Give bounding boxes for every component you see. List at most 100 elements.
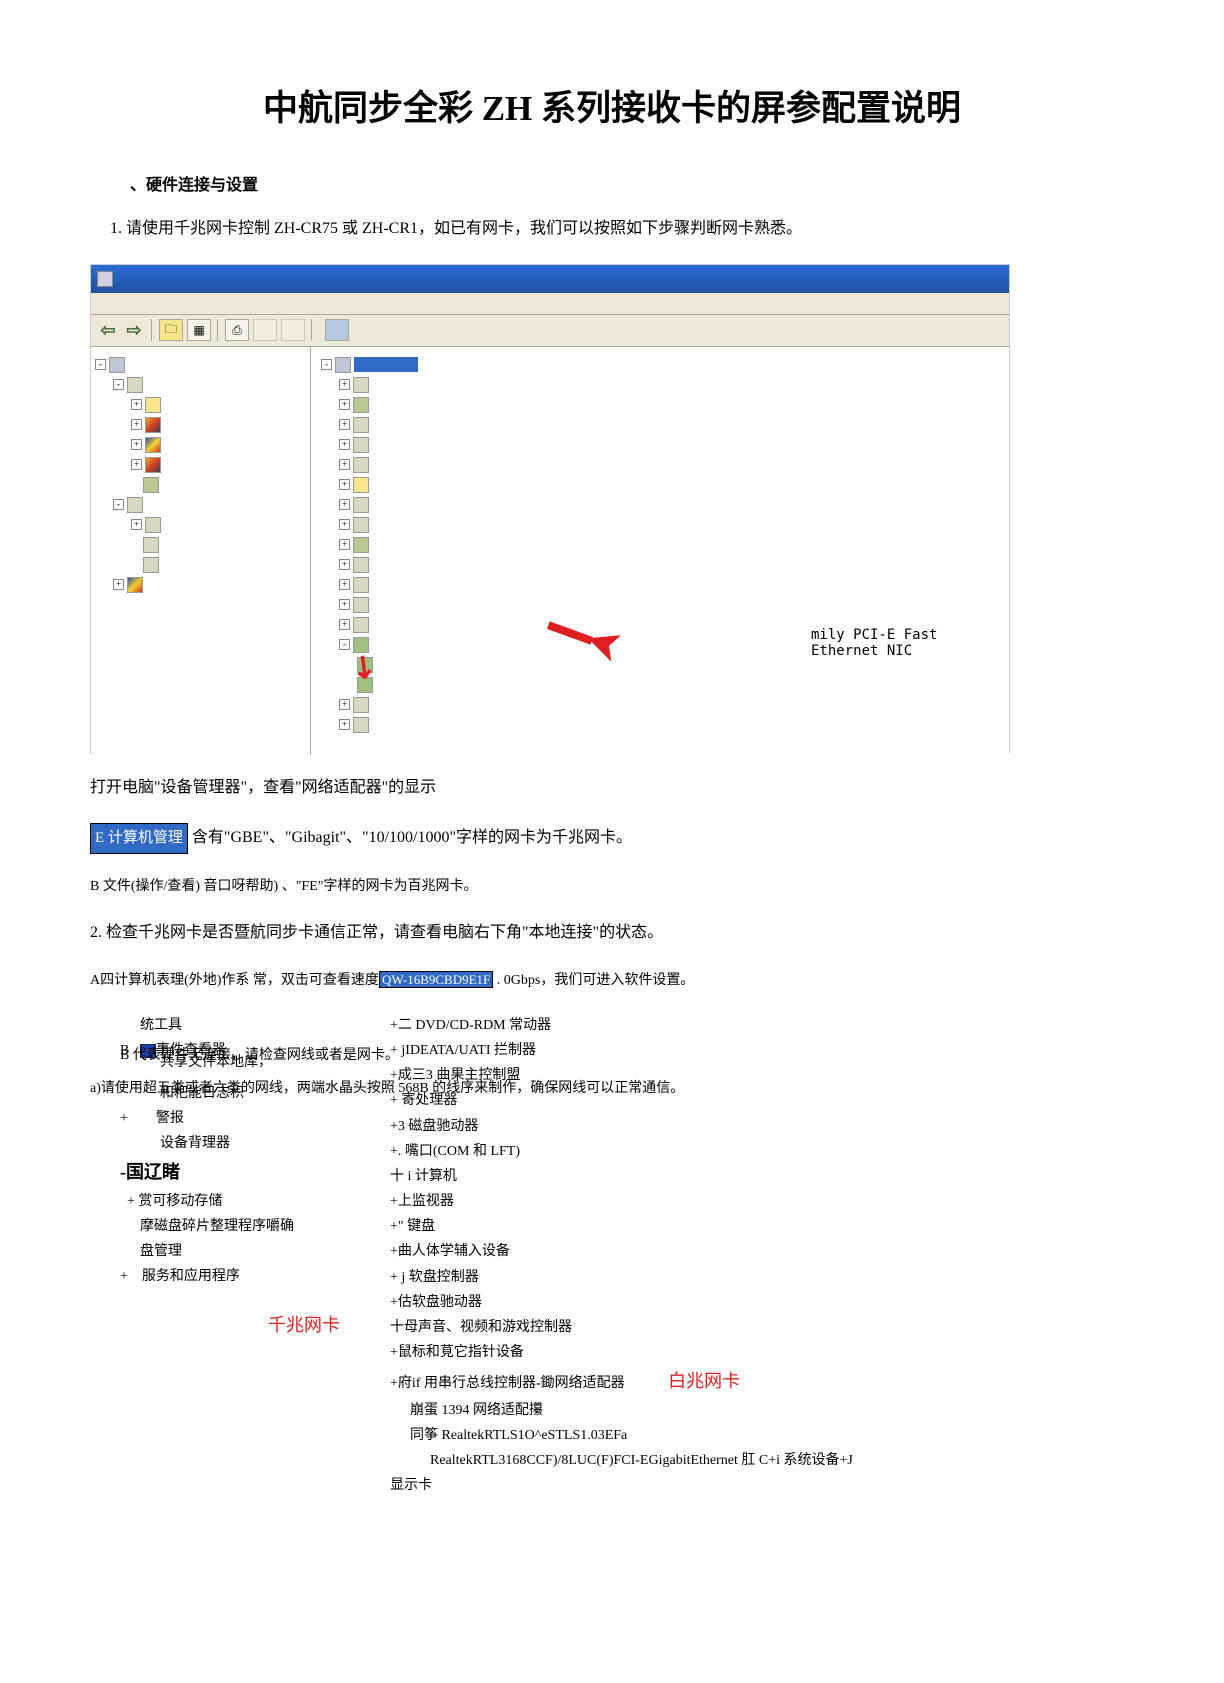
tree-item: +. 嘴口(COM 和 LFT) (390, 1139, 1134, 1164)
expander-icon[interactable]: + (339, 499, 350, 510)
expander-icon[interactable]: + (131, 439, 142, 450)
device-tree-overlay: 统工具 B 事件查看器 B 代表硬件无连接，请检查网线或者是网卡。 共享文件本地… (90, 1013, 1134, 1499)
expander-icon[interactable]: + (339, 539, 350, 550)
computer-management-label: E 计算机管理 (90, 823, 188, 854)
help-icon[interactable] (325, 319, 349, 341)
disabled-btn (281, 319, 305, 341)
device-icon (353, 517, 369, 533)
expander-icon[interactable]: + (339, 379, 350, 390)
right-tree-pane: - + + + + + + + + + + + + + - + + ↘ ➤━━ … (311, 347, 1009, 755)
tree-item: 统工具 (120, 1013, 350, 1038)
computer-icon (335, 357, 351, 373)
tree-item: + 服务和应用程序 (120, 1264, 350, 1289)
text: . 0Gbps，我们可进入软件设置。 (493, 973, 694, 988)
device-icon (353, 557, 369, 573)
tree-item: 显示卡 (390, 1473, 1134, 1498)
tree-item: + jIDEATA/UATI 拦制器 (390, 1038, 1134, 1063)
forward-icon[interactable]: ⇨ (123, 319, 145, 341)
app-icon (97, 271, 113, 287)
left-tree-pane: - - + + + + - + + (91, 347, 311, 755)
node-icon (143, 557, 159, 573)
services-icon (127, 577, 143, 593)
expander-icon[interactable]: + (131, 519, 142, 530)
device-icon (353, 537, 369, 553)
expander-icon[interactable]: + (339, 419, 350, 430)
device-icon (353, 697, 369, 713)
selected-node[interactable] (354, 357, 418, 372)
printer-icon[interactable] (225, 319, 249, 341)
annotation-gigabit: 千兆网卡 (120, 1309, 350, 1341)
tree-item: + j 软盘控制器 (390, 1265, 1134, 1290)
document-title: 中航同步全彩 ZH 系列接收卡的屏参配置说明 (90, 80, 1134, 131)
expander-icon[interactable]: + (131, 399, 142, 410)
expander-icon[interactable]: + (339, 459, 350, 470)
toolbar: ⇦ ⇨ 🗀 ▦ (91, 315, 1009, 347)
overlap-line-2: B 文件(操作/查看) 音口呀帮助) 、"FE"字样的网卡为百兆网卡。 (90, 874, 1134, 899)
expander-icon[interactable]: + (113, 579, 124, 590)
tree-item-network-adapter: +府if 用串行总线控制器-鋤网络适配器 白兆网卡 (390, 1365, 1134, 1397)
expander-icon[interactable]: + (131, 459, 142, 470)
device-icon (353, 597, 369, 613)
expander-icon[interactable]: + (339, 559, 350, 570)
expander-icon[interactable]: + (339, 699, 350, 710)
tree-item: 同筝 RealtekRTLS1O^eSTLS1.03EFa (390, 1423, 1134, 1448)
tree-item: +成三3 曲果主控制盟 (390, 1063, 1134, 1088)
tree-item: 崩蛋 1394 网络适配攥 (390, 1398, 1134, 1423)
separator (217, 319, 219, 341)
tree-item: +曲人体学辅入设备 (390, 1239, 1134, 1264)
item-1: 1. 请使用千兆网卡控制 ZH-CR75 或 ZH-CR1，如已有网卡，我们可以… (110, 215, 1134, 244)
separator (151, 319, 153, 341)
tree-item: + 警报 (120, 1106, 350, 1131)
expander-icon[interactable]: - (113, 379, 124, 390)
expander-icon[interactable]: - (113, 499, 124, 510)
device-icon (353, 497, 369, 513)
device-icon (353, 417, 369, 433)
overlap-line-1: E 计算机管理 含有"GBE"、"Gibagit"、"10/100/1000"字… (90, 823, 1134, 854)
expander-icon[interactable]: - (321, 359, 332, 370)
expander-icon[interactable]: + (339, 479, 350, 490)
properties-icon[interactable]: ▦ (187, 319, 211, 341)
up-folder-icon[interactable]: 🗀 (159, 319, 183, 341)
back-icon[interactable]: ⇦ (97, 319, 119, 341)
window-titlebar (91, 265, 1009, 293)
tree-item: 盘管理 (120, 1239, 350, 1264)
folder-icon (145, 397, 161, 413)
folder-icon (145, 457, 161, 473)
expander-icon[interactable]: - (95, 359, 106, 370)
devmgr-icon (143, 477, 159, 493)
device-icon (353, 617, 369, 633)
tree-item: 十母声音、视频和游戏控制器 (390, 1315, 1134, 1340)
text: A四计算机表理(外地)作系 常，双击可查看速度 (90, 973, 379, 988)
annotation-100m: 白兆网卡 (668, 1371, 740, 1391)
expander-icon[interactable]: + (339, 719, 350, 730)
expander-icon[interactable]: + (339, 599, 350, 610)
selected-computer-code: QW-16B9CBD9E1F (379, 971, 493, 988)
expander-icon[interactable]: - (339, 639, 350, 650)
menubar (91, 293, 1009, 315)
node-icon (143, 537, 159, 553)
text-after-screenshot: 打开电脑"设备管理器"，查看"网络适配器"的显示 (90, 774, 1134, 803)
tree-item: +上监视器 (390, 1189, 1134, 1214)
text: 含有"GBE"、"Gibagit"、"10/100/1000"字样的网卡为千兆网… (192, 829, 632, 846)
node-icon (145, 517, 161, 533)
item-2: 2. 检查千兆网卡是否暨航同步卡通信正常，请查看电脑右下角"本地连接"的状态。 (90, 919, 1134, 948)
tree-item-gigabit-nic: RealtekRTL3168CCF)/8LUC(F)FCI-EGigabitEt… (390, 1448, 1134, 1473)
tree-item: + 赏可移动存储 (120, 1189, 350, 1214)
tree-item: 设备背理器 (120, 1131, 350, 1156)
device-icon (353, 477, 369, 493)
tree-item: 十 i 计算机 (390, 1164, 1134, 1189)
expander-icon[interactable]: + (339, 399, 350, 410)
expander-icon[interactable]: + (339, 439, 350, 450)
expander-icon[interactable]: + (339, 579, 350, 590)
expander-icon[interactable]: + (339, 519, 350, 530)
disabled-btn (253, 319, 277, 341)
storage-icon (127, 497, 143, 513)
device-icon (353, 577, 369, 593)
device-icon (353, 437, 369, 453)
device-icon (353, 717, 369, 733)
ethernet-nic-label: mily PCI-E Fast Ethernet NIC (811, 627, 1009, 659)
folder-icon (145, 437, 161, 453)
expander-icon[interactable]: + (131, 419, 142, 430)
computer-icon (109, 357, 125, 373)
expander-icon[interactable]: + (339, 619, 350, 630)
